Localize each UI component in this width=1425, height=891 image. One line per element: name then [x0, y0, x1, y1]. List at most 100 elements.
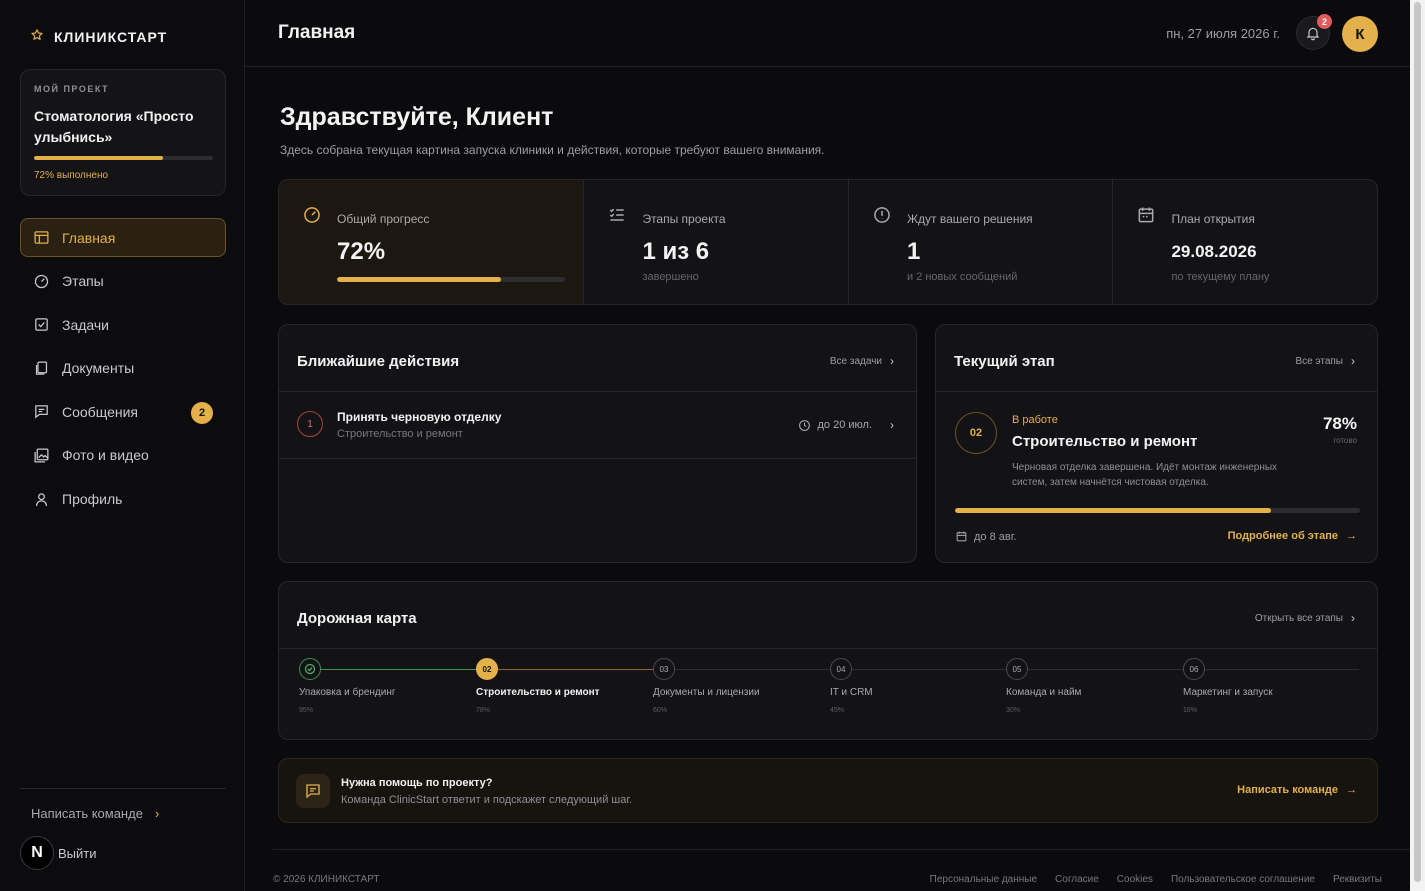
link-label: Открыть все этапы: [1254, 612, 1343, 624]
open-all-stages-link[interactable]: Открыть все этапы ›: [1255, 611, 1355, 625]
all-tasks-link[interactable]: Все задачи ›: [830, 354, 894, 368]
notifications-button[interactable]: 2: [1296, 14, 1332, 50]
action-due-label: до 20 июл.: [817, 419, 872, 431]
current-stage-card: Текущий этап Все этапы › 02 В работе Стр…: [935, 324, 1378, 563]
alert-icon: [872, 205, 892, 225]
roadmap-step-percent: 78%: [476, 707, 491, 714]
card-divider: [936, 391, 1377, 392]
stage-progress-fill: [955, 508, 1271, 513]
project-progress-bar: [34, 156, 213, 160]
stat-label: Общий прогресс: [337, 212, 430, 226]
roadmap-step-name: Маркетинг и запуск: [1183, 687, 1273, 698]
roadmap-step[interactable]: 05 Команда и найм 30%: [1006, 658, 1176, 714]
sidebar-item-media[interactable]: Фото и видео: [20, 436, 226, 475]
stage-name: Строительство и ремонт: [1012, 433, 1198, 450]
chevron-right-icon: ›: [1351, 611, 1355, 625]
link-label: Все задачи: [829, 355, 882, 367]
stat-value: 29.08.2026: [1171, 242, 1257, 261]
brand[interactable]: КЛИНИКСТАРТ: [30, 28, 167, 45]
card-title: Ближайшие действия: [297, 353, 460, 370]
roadmap-step-number: 06: [1183, 658, 1205, 680]
stage-progress-bar: [955, 508, 1360, 513]
footer-link-requisites[interactable]: Реквизиты: [1333, 874, 1382, 885]
stat-value: 72%: [337, 238, 386, 265]
stat-label: Этапы проекта: [642, 212, 726, 226]
sidebar-item-tasks[interactable]: Задачи: [20, 305, 226, 344]
current-date: пн, 27 июля 2026 г.: [1166, 26, 1280, 41]
overall-progress-fill: [337, 277, 502, 282]
stat-value: 1 из 6: [642, 238, 710, 265]
action-category: Строительство и ремонт: [337, 428, 463, 440]
sidebar-item-stages[interactable]: Этапы: [20, 262, 226, 301]
messages-count-badge: 2: [191, 402, 213, 425]
checklist-icon: [607, 205, 627, 225]
logout-button[interactable]: N Выйти: [20, 836, 97, 870]
footer-divider: [273, 849, 1410, 850]
roadmap-step-number: 04: [830, 658, 852, 680]
scrollbar[interactable]: [1410, 0, 1425, 891]
sidebar-item-label: Задачи: [62, 316, 110, 333]
overall-progress-bar: [337, 277, 565, 282]
arrow-right-icon: →: [1346, 784, 1357, 796]
stage-details-link[interactable]: Подробнее об этапе →: [1228, 530, 1357, 542]
project-progress-fill: [34, 156, 163, 160]
greeting-subtitle: Здесь собрана текущая картина запуска кл…: [280, 143, 825, 157]
avatar[interactable]: К: [1342, 16, 1378, 52]
footer-link-cookies[interactable]: Cookies: [1117, 874, 1153, 885]
sidebar-item-label: Этапы: [62, 273, 104, 290]
chevron-right-icon: ›: [1351, 354, 1355, 368]
stage-due: до 8 авг.: [955, 530, 1016, 543]
footer-link-personal-data[interactable]: Персональные данные: [930, 874, 1037, 885]
project-progress-label: 72% выполнено: [34, 170, 109, 181]
roadmap-step-number: 02: [476, 658, 498, 680]
stat-label: Ждут вашего решения: [906, 212, 1033, 226]
write-team-button[interactable]: Написать команде →: [1237, 784, 1357, 796]
stat-value: 1: [906, 238, 921, 265]
roadmap-step[interactable]: Упаковка и брендинг 95%: [299, 658, 469, 714]
card-title: Дорожная карта: [297, 610, 417, 627]
project-title: Стоматология «Просто улыбнись»: [34, 108, 194, 145]
stage-description: Черновая отделка завершена. Идёт монтаж …: [1012, 462, 1278, 488]
roadmap-step-name: IT и CRM: [830, 687, 873, 698]
sidebar-item-documents[interactable]: Документы: [20, 349, 226, 388]
all-stages-link[interactable]: Все этапы ›: [1295, 354, 1355, 368]
user-icon: [33, 491, 50, 508]
copyright: © 2026 КЛИНИКСТАРТ: [273, 874, 380, 885]
roadmap-step[interactable]: 06 Маркетинг и запуск 18%: [1183, 658, 1353, 714]
arrow-right-icon: →: [1346, 530, 1357, 542]
roadmap-step-percent: 18%: [1183, 707, 1198, 714]
sidebar-item-profile[interactable]: Профиль: [20, 480, 226, 519]
stage-number: 02: [955, 412, 997, 454]
stat-awaiting-decision: Ждут вашего решения 1 и 2 новых сообщени…: [849, 180, 1114, 304]
stage-status: В работе: [1012, 414, 1058, 426]
roadmap-step-name: Команда и найм: [1006, 687, 1082, 698]
calendar-icon: [1136, 205, 1156, 225]
project-card[interactable]: МОЙ ПРОЕКТ Стоматология «Просто улыбнись…: [20, 69, 226, 196]
sidebar-item-home[interactable]: Главная: [20, 218, 226, 257]
roadmap-step-number: 03: [653, 658, 675, 680]
link-label: Подробнее об этапе: [1227, 530, 1338, 542]
stat-label: План открытия: [1171, 212, 1255, 226]
footer-links: Персональные данные Согласие Cookies Пол…: [930, 874, 1382, 885]
roadmap-step[interactable]: 02 Строительство и ремонт 78%: [476, 658, 646, 714]
roadmap-step[interactable]: 03 Документы и лицензии 60%: [653, 658, 823, 714]
roadmap-step-percent: 95%: [299, 707, 314, 714]
sidebar-nav: Главная Этапы Задачи Документы Сообщения…: [20, 218, 226, 523]
next-actions-card: Ближайшие действия Все задачи › 1 Принят…: [278, 324, 917, 563]
stat-note: завершено: [642, 271, 699, 283]
dashboard-icon: [33, 229, 50, 246]
sidebar-item-messages[interactable]: Сообщения 2: [20, 392, 226, 431]
roadmap-step-number: 05: [1006, 658, 1028, 680]
logout-label: Выйти: [58, 845, 97, 861]
roadmap-step-name: Документы и лицензии: [653, 687, 760, 698]
footer-link-consent[interactable]: Согласие: [1055, 874, 1099, 885]
stat-project-stages: Этапы проекта 1 из 6 завершено: [584, 180, 849, 304]
roadmap-step[interactable]: 04 IT и CRM 45%: [830, 658, 1000, 714]
scrollbar-thumb[interactable]: [1414, 2, 1421, 882]
action-item[interactable]: 1 Принять черновую отделку Строительство…: [279, 392, 916, 458]
footer-link-user-agreement[interactable]: Пользовательское соглашение: [1171, 874, 1315, 885]
stage-percent: 78%: [1322, 414, 1357, 433]
roadmap-step-name: Упаковка и брендинг: [299, 687, 396, 698]
action-title: Принять черновую отделку: [337, 410, 502, 424]
write-team-link[interactable]: Написать команде ›: [31, 806, 159, 821]
